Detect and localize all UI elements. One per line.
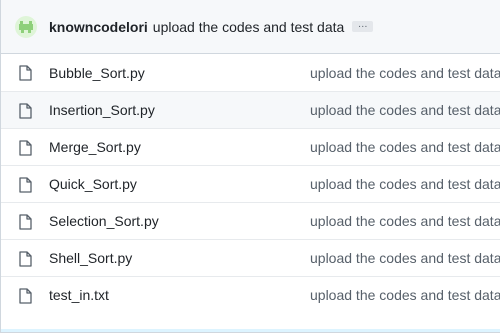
file-icon [19, 288, 32, 304]
file-row[interactable]: Shell_Sort.py upload the codes and test … [1, 239, 500, 276]
file-name-link[interactable]: Shell_Sort.py [49, 250, 132, 266]
file-row[interactable]: Quick_Sort.py upload the codes and test … [1, 165, 500, 202]
file-commit-message-link[interactable]: upload the codes and test data [310, 65, 500, 81]
file-commit-message-link[interactable]: upload the codes and test data [310, 250, 500, 266]
file-row[interactable]: Insertion_Sort.py upload the codes and t… [1, 91, 500, 128]
file-commit-message-link[interactable]: upload the codes and test data [310, 176, 500, 192]
file-row[interactable]: Selection_Sort.py upload the codes and t… [1, 202, 500, 239]
commit-message-link[interactable]: upload the codes and test data [153, 19, 344, 35]
latest-commit-bar: knowncodelori upload the codes and test … [1, 0, 500, 54]
file-icon [19, 65, 32, 81]
file-row[interactable]: Bubble_Sort.py upload the codes and test… [1, 54, 500, 91]
readme-panel-edge [1, 329, 500, 332]
file-icon [19, 177, 32, 193]
identicon-avatar-icon [19, 20, 33, 33]
file-name-link[interactable]: Merge_Sort.py [49, 139, 141, 155]
file-icon [19, 214, 32, 230]
commit-author-link[interactable]: knowncodelori [49, 19, 148, 35]
file-row[interactable]: Merge_Sort.py upload the codes and test … [1, 128, 500, 165]
file-commit-message-link[interactable]: upload the codes and test data [310, 287, 500, 303]
file-row[interactable]: test_in.txt upload the codes and test da… [1, 276, 500, 313]
file-name-link[interactable]: Quick_Sort.py [49, 176, 137, 192]
avatar[interactable] [15, 15, 37, 38]
file-commit-message-link[interactable]: upload the codes and test data [310, 213, 500, 229]
file-commit-message-link[interactable]: upload the codes and test data [310, 139, 500, 155]
file-browser: knowncodelori upload the codes and test … [0, 0, 500, 333]
file-icon [19, 251, 32, 267]
expand-commit-message-button[interactable]: … [352, 20, 374, 32]
file-name-link[interactable]: Bubble_Sort.py [49, 65, 145, 81]
file-name-link[interactable]: Selection_Sort.py [49, 213, 159, 229]
file-commit-message-link[interactable]: upload the codes and test data [310, 102, 500, 118]
file-name-link[interactable]: test_in.txt [49, 287, 109, 303]
file-name-link[interactable]: Insertion_Sort.py [49, 102, 155, 118]
file-icon [19, 103, 32, 119]
file-icon [19, 140, 32, 156]
file-list: Bubble_Sort.py upload the codes and test… [1, 54, 500, 313]
